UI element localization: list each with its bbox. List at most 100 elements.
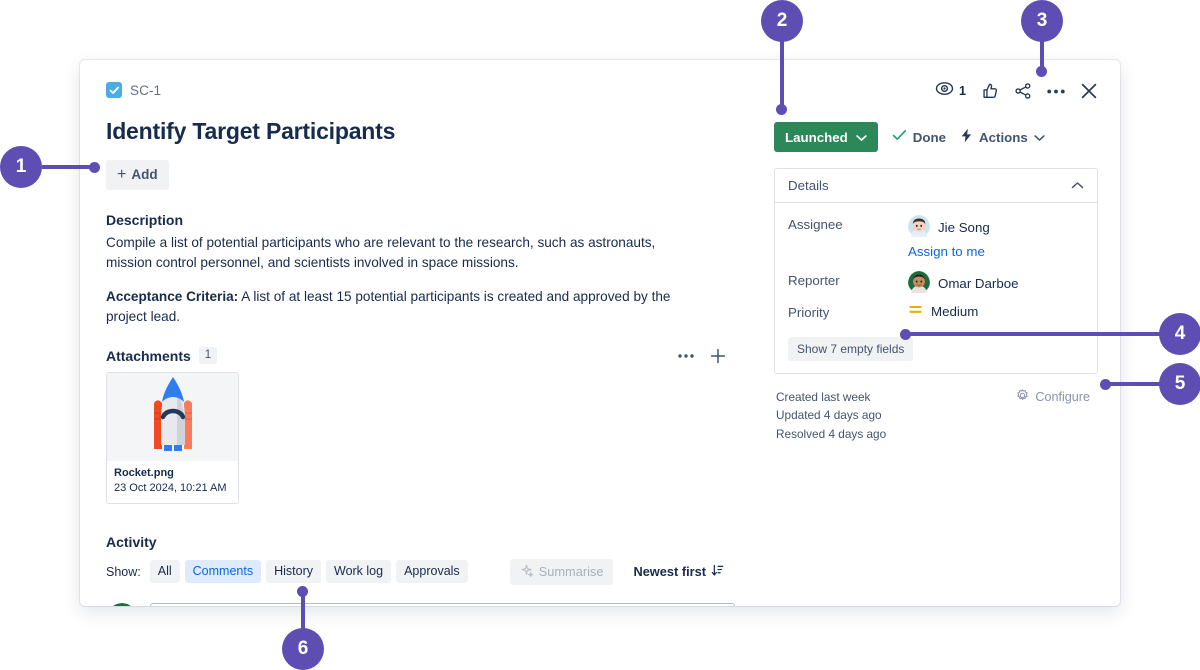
ellipsis-icon[interactable] [1047, 89, 1065, 94]
reporter-value[interactable]: Omar Darboe [908, 269, 1019, 296]
jie-song-avatar [908, 215, 930, 240]
breadcrumb-issue-key[interactable]: SC-1 [130, 83, 161, 98]
callout-2-dot [776, 104, 787, 115]
updated-timestamp: Updated 4 days ago [776, 408, 882, 423]
callout-1: 1 [0, 146, 42, 188]
attachment-filename: Rocket.png [114, 467, 174, 480]
description-paragraph: Compile a list of potential participants… [106, 234, 656, 270]
details-panel-header[interactable]: Details [775, 169, 1097, 203]
add-comment-input[interactable] [150, 602, 735, 606]
callout-3: 3 [1021, 0, 1063, 42]
attachments-actions [678, 348, 726, 364]
callout-5-dot [1100, 379, 1111, 390]
status-dropdown-button[interactable]: Launched [774, 122, 878, 152]
resolved-timestamp: Resolved 4 days ago [776, 426, 887, 441]
lightning-bolt-icon [960, 128, 973, 146]
activity-filter-chips: All Comments History Work log Approvals [149, 560, 468, 584]
actions-label: Actions [979, 129, 1028, 145]
watch-button[interactable]: 1 [935, 79, 966, 103]
callout-4-dot [900, 329, 911, 340]
attachment-card[interactable]: Rocket.png 23 Oct 2024, 10:21 AM [106, 372, 239, 504]
field-assignee-value-wrap: Jie Song Assign to me [908, 213, 990, 267]
sort-descending-icon [711, 564, 724, 580]
assign-to-me-link[interactable]: Assign to me [908, 244, 985, 259]
field-reporter: Reporter Omar Darboe [788, 269, 1084, 299]
add-comment-row [106, 602, 735, 606]
screenshot-root: SC-1 Identify Target Participants + Add … [0, 0, 1200, 670]
reporter-name: Omar Darboe [938, 276, 1019, 291]
field-assignee-label: Assignee [788, 217, 843, 232]
add-button[interactable]: + Add [106, 159, 169, 190]
activity-filter-approvals[interactable]: Approvals [396, 560, 468, 584]
callout-1-leader [42, 165, 94, 169]
configure-label: Configure [1035, 390, 1090, 404]
plus-icon[interactable] [710, 348, 726, 364]
omar-darboe-avatar [908, 271, 930, 296]
ellipsis-icon[interactable] [678, 353, 694, 358]
callout-4: 4 [1159, 313, 1200, 355]
field-priority: Priority Medium [788, 301, 1084, 331]
summarise-button[interactable]: Summarise [509, 558, 614, 585]
issue-actions-bar: Launched Done Actions [774, 122, 1098, 152]
rocket-image [107, 373, 238, 462]
task-checkbox-icon [106, 82, 122, 98]
callout-4-leader [905, 332, 1161, 336]
done-button[interactable]: Done [892, 129, 946, 145]
created-timestamp: Created last week [776, 390, 871, 404]
page-title: Identify Target Participants [106, 118, 396, 144]
callout-5-leader [1104, 382, 1162, 386]
summarise-label: Summarise [538, 564, 604, 580]
activity-filter-work-log[interactable]: Work log [326, 560, 392, 584]
field-priority-label: Priority [788, 305, 830, 320]
status-label: Launched [785, 129, 848, 145]
plus-icon: + [117, 165, 127, 183]
attachments-heading: Attachments [106, 347, 191, 364]
actions-dropdown-button[interactable]: Actions [960, 128, 1045, 146]
field-reporter-label: Reporter [788, 273, 840, 288]
issue-main-column: SC-1 Identify Target Participants + Add … [80, 60, 752, 606]
done-label: Done [912, 129, 947, 145]
acceptance-criteria-label: Acceptance Criteria: [106, 288, 239, 304]
attachment-date: 23 Oct 2024, 10:21 AM [114, 481, 227, 494]
chevron-down-icon [856, 130, 867, 145]
eye-icon [935, 79, 954, 103]
description-heading: Description [106, 211, 184, 228]
callout-2-leader [780, 40, 784, 110]
attachments-count: 1 [198, 347, 218, 365]
add-button-label: Add [131, 167, 158, 183]
callout-6: 6 [282, 628, 324, 670]
activity-filter-bar: Show: All Comments History Work log Appr… [106, 558, 730, 585]
callout-5: 5 [1159, 363, 1200, 405]
header-action-icons: 1 [774, 80, 1098, 102]
callout-2: 2 [761, 0, 803, 42]
share-icon[interactable] [1014, 82, 1032, 100]
acceptance-criteria: Acceptance Criteria: A list of at least … [106, 287, 686, 327]
attachment-meta: Rocket.png 23 Oct 2024, 10:21 AM [107, 461, 238, 503]
current-user-avatar [106, 602, 138, 606]
assignee-name: Jie Song [938, 220, 990, 235]
activity-heading: Activity [106, 533, 157, 550]
chevron-up-icon[interactable] [1071, 181, 1084, 190]
priority-medium-icon [908, 303, 923, 319]
show-empty-fields-button[interactable]: Show 7 empty fields [788, 337, 914, 361]
thumbs-up-icon[interactable] [981, 82, 999, 100]
gear-icon [1016, 389, 1029, 405]
configure-button[interactable]: Configure [1010, 388, 1096, 406]
assignee-value[interactable]: Jie Song [908, 213, 990, 240]
breadcrumb: SC-1 [106, 80, 726, 100]
activity-filter-all[interactable]: All [149, 560, 180, 584]
callout-3-dot [1036, 66, 1047, 77]
callout-6-leader [301, 592, 305, 632]
show-label: Show: [106, 564, 141, 579]
activity-right-controls: Summarise Newest first [509, 558, 730, 585]
priority-value[interactable]: Medium [908, 301, 978, 319]
close-icon[interactable] [1080, 82, 1098, 100]
activity-filter-comments[interactable]: Comments [184, 560, 262, 584]
issue-timestamps: Created last week Updated 4 days ago Res… [774, 388, 1098, 443]
activity-filter-history[interactable]: History [266, 560, 321, 584]
callout-1-dot [89, 162, 100, 173]
chevron-down-icon [1034, 130, 1045, 145]
details-panel-body: Assignee Jie Song Assign to me Reporter … [775, 203, 1097, 373]
priority-name: Medium [931, 303, 979, 319]
sort-order-button[interactable]: Newest first [627, 563, 730, 581]
